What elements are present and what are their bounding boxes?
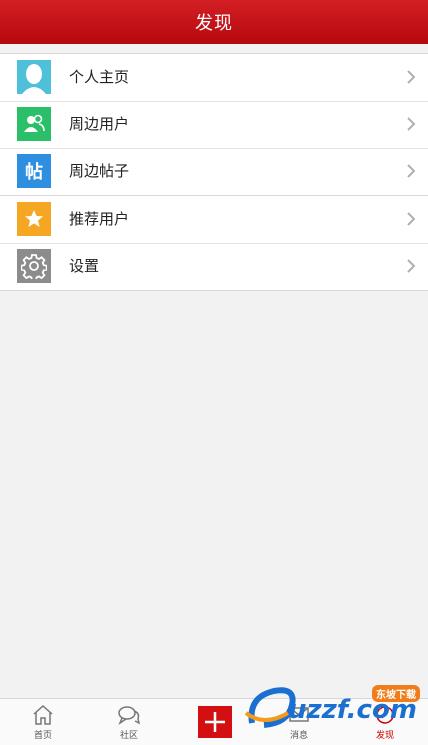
add-post-button[interactable] [198, 706, 232, 738]
chevron-right-icon [407, 259, 416, 273]
chat-icon [118, 706, 141, 725]
menu-item-label: 推荐用户 [69, 210, 130, 228]
chevron-right-icon [407, 212, 416, 226]
menu-item-label: 个人主页 [69, 68, 130, 86]
menu-item-nearby-posts[interactable]: 帖 周边帖子 [0, 148, 428, 195]
menu-item-label: 周边帖子 [69, 162, 130, 180]
chevron-right-icon [407, 164, 416, 178]
tab-label: 首页 [33, 731, 52, 741]
home-icon [33, 704, 53, 725]
tab-community[interactable]: 社区 [86, 699, 172, 745]
menu-item-recommended-users[interactable]: 推荐用户 [0, 196, 428, 243]
star-icon [17, 202, 51, 236]
avatar-icon [17, 60, 51, 94]
menu-item-profile[interactable]: 个人主页 [0, 54, 428, 101]
gear-icon [17, 249, 51, 283]
users-icon [17, 107, 51, 141]
plus-icon [205, 712, 225, 732]
page-title: 发现 [195, 13, 233, 34]
menu-group-2: 推荐用户 设置 [0, 195, 428, 291]
menu-item-label: 周边用户 [69, 115, 130, 133]
menu-item-label: 设置 [69, 257, 100, 275]
post-icon-text: 帖 [25, 162, 43, 183]
watermark-logo: uzzf.com 东坡下载 [244, 683, 424, 731]
chevron-right-icon [407, 117, 416, 131]
menu-item-nearby-users[interactable]: 周边用户 [0, 101, 428, 148]
header-bar: 发现 [0, 0, 428, 44]
tab-label: 社区 [119, 731, 138, 741]
menu-group-1: 个人主页 周边用户 帖 周边帖子 [0, 53, 428, 196]
post-icon: 帖 [17, 154, 51, 188]
menu-item-settings[interactable]: 设置 [0, 243, 428, 290]
chevron-right-icon [407, 70, 416, 84]
watermark-badge: 东坡下载 [372, 685, 420, 702]
tab-home[interactable]: 首页 [0, 699, 86, 745]
